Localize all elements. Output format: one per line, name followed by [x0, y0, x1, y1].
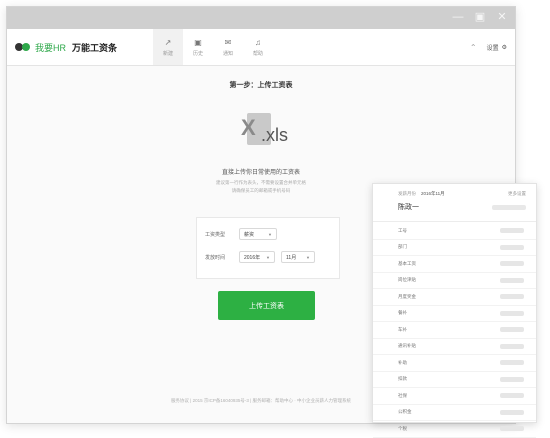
minimize-window-button[interactable]: — — [451, 10, 465, 24]
payslip-row-label: 岗位津贴 — [398, 277, 416, 283]
payslip-preview: 发薪月份 2016年11月 更多设置 陈政一 工号 部门 基本工资 岗位津贴 月… — [372, 183, 537, 438]
payslip-row: 公积金 — [373, 405, 536, 421]
settings-label: 设置 — [486, 45, 499, 52]
blurred-value — [500, 409, 524, 415]
payslip-row-label: 餐补 — [398, 310, 407, 316]
excel-letter: X — [241, 115, 256, 140]
employee-name: 陈政一 — [398, 204, 419, 211]
payslip-row-label: 扣款 — [398, 376, 407, 382]
pay-year-value: 2016年 — [244, 254, 261, 261]
toolbar-right: ⌃ 设置 ⚙ — [470, 29, 507, 65]
blurred-value — [500, 393, 524, 399]
headphones-icon: ♫ — [255, 37, 262, 47]
blurred-value — [500, 244, 524, 250]
salary-type-select[interactable]: 薪资 ▼ — [239, 228, 277, 240]
chevron-down-icon: ▼ — [268, 231, 272, 237]
payslip-row-label: 补助 — [398, 359, 407, 365]
payslip-header: 发薪月份 2016年11月 更多设置 陈政一 — [373, 184, 536, 222]
logo-icon — [15, 41, 31, 53]
xls-extension: .xls — [261, 125, 288, 145]
payslip-month-label: 发薪月份 — [398, 191, 416, 196]
payslip-row: 部门 — [373, 240, 536, 256]
blurred-value — [500, 426, 524, 432]
upload-description: 直接上传你日常使用的工资表 — [221, 170, 300, 176]
nav-label-notify: 通知 — [223, 50, 234, 57]
payslip-row: 岗位津贴 — [373, 273, 536, 289]
payslip-row: 工号 — [373, 223, 536, 240]
brand: 我要HR 万能工资条 — [15, 41, 117, 54]
payslip-row-label: 部门 — [398, 244, 407, 250]
history-icon: ▣ — [194, 37, 202, 47]
brand-logo-text: 我要HR — [35, 42, 66, 53]
pay-month-value: 11月 — [286, 254, 297, 261]
settings-button[interactable]: 设置 ⚙ — [487, 43, 507, 52]
payslip-row-label: 通讯补贴 — [398, 343, 416, 349]
main-nav: ↗ 新建 ▣ 历史 ✉ 通知 ♫ 帮助 — [153, 29, 273, 65]
payslip-row: 基本工资 — [373, 256, 536, 273]
payslip-row-label: 工号 — [398, 227, 407, 233]
pay-date-label: 发放时间 — [205, 254, 226, 261]
blurred-value — [500, 277, 524, 283]
excel-file-icon: X .xls — [237, 113, 297, 155]
payslip-row-label: 车补 — [398, 326, 407, 332]
payslip-row-label: 月度奖金 — [398, 293, 416, 299]
nav-label-help: 帮助 — [253, 50, 264, 57]
collapse-icon[interactable]: ⌃ — [470, 43, 477, 52]
salary-type-label: 工资类型 — [205, 231, 226, 238]
nav-item-new[interactable]: ↗ 新建 — [153, 29, 184, 65]
nav-item-notify[interactable]: ✉ 通知 — [213, 29, 243, 65]
blurred-value — [500, 360, 524, 366]
blurred-value — [500, 310, 524, 316]
payslip-more-link[interactable]: 更多设置 — [508, 191, 526, 197]
title-bar: — ▣ ✕ — [7, 7, 515, 29]
salary-type-value: 薪资 — [244, 231, 255, 238]
payslip-row: 补助 — [373, 355, 536, 372]
payslip-rows: 工号 部门 基本工资 岗位津贴 月度奖金 餐补 车补 通讯补贴 补助 扣款 社保… — [373, 223, 536, 438]
blurred-value — [500, 327, 524, 333]
payslip-row-label: 基本工资 — [398, 260, 416, 266]
nav-label-new: 新建 — [163, 50, 174, 57]
pay-month-select[interactable]: 11月 ▼ — [281, 251, 315, 263]
upload-salary-button[interactable]: 上传工资表 — [218, 291, 315, 320]
step-title: 第一步：上传工资表 — [229, 82, 293, 89]
blurred-value — [500, 228, 524, 234]
payslip-row: 通讯补贴 — [373, 339, 536, 355]
blurred-value — [500, 294, 524, 300]
chevron-down-icon: ▼ — [266, 254, 270, 260]
payslip-row: 月度奖金 — [373, 289, 536, 306]
blurred-value — [500, 261, 524, 267]
payslip-row-label: 公积金 — [398, 409, 412, 415]
blurred-value — [500, 343, 524, 349]
salary-type-row: 工资类型 薪资 ▼ — [205, 228, 277, 240]
pay-date-row: 发放时间 2016年 ▼ 11月 ▼ — [205, 251, 315, 263]
payslip-row: 社保 — [373, 388, 536, 405]
pay-year-select[interactable]: 2016年 ▼ — [239, 251, 275, 263]
payslip-row: 扣款 — [373, 372, 536, 388]
envelope-icon: ✉ — [224, 37, 232, 47]
window-controls: — ▣ ✕ — [451, 10, 509, 24]
new-arrow-icon: ↗ — [164, 37, 172, 47]
nav-item-history[interactable]: ▣ 历史 — [183, 29, 213, 65]
maximize-window-button[interactable]: ▣ — [473, 10, 487, 24]
payslip-row: 个税 — [373, 421, 536, 438]
nav-item-help[interactable]: ♫ 帮助 — [243, 29, 273, 65]
toolbar: 我要HR 万能工资条 ↗ 新建 ▣ 历史 ✉ 通知 ♫ 帮助 ⌃ 设置 ⚙ — [7, 29, 515, 66]
payslip-row: 餐补 — [373, 306, 536, 322]
chevron-down-icon: ▼ — [306, 254, 310, 260]
close-window-button[interactable]: ✕ — [495, 10, 509, 24]
payslip-row: 车补 — [373, 322, 536, 339]
blurred-value — [492, 205, 526, 210]
gear-icon: ⚙ — [501, 44, 507, 51]
product-name: 万能工资条 — [72, 42, 118, 53]
blurred-value — [500, 376, 524, 382]
payslip-row-label: 社保 — [398, 392, 407, 398]
payslip-month-value: 2016年11月 — [421, 191, 445, 196]
nav-label-history: 历史 — [193, 50, 204, 57]
salary-settings-form: 工资类型 薪资 ▼ 发放时间 2016年 ▼ 11月 ▼ — [196, 217, 340, 279]
